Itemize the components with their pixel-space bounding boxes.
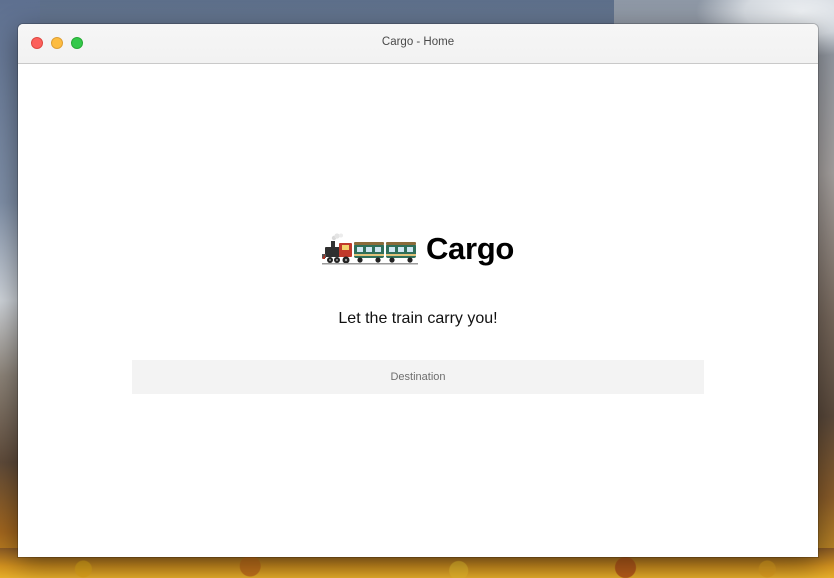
train-icon xyxy=(321,233,418,265)
app-name: Cargo xyxy=(425,231,515,266)
app-window: Cargo - Home Cargo Let the train carry y… xyxy=(18,24,818,557)
main-content: Cargo Let the train carry you! xyxy=(18,64,818,556)
window-title: Cargo - Home xyxy=(381,36,455,48)
title-bar[interactable]: Cargo - Home xyxy=(18,24,818,64)
tagline: Let the train carry you! xyxy=(338,310,498,327)
brand-header: Cargo xyxy=(18,231,818,267)
desktop-background: Cargo - Home Cargo Let the train carry y… xyxy=(0,0,834,578)
destination-input[interactable] xyxy=(132,360,704,394)
